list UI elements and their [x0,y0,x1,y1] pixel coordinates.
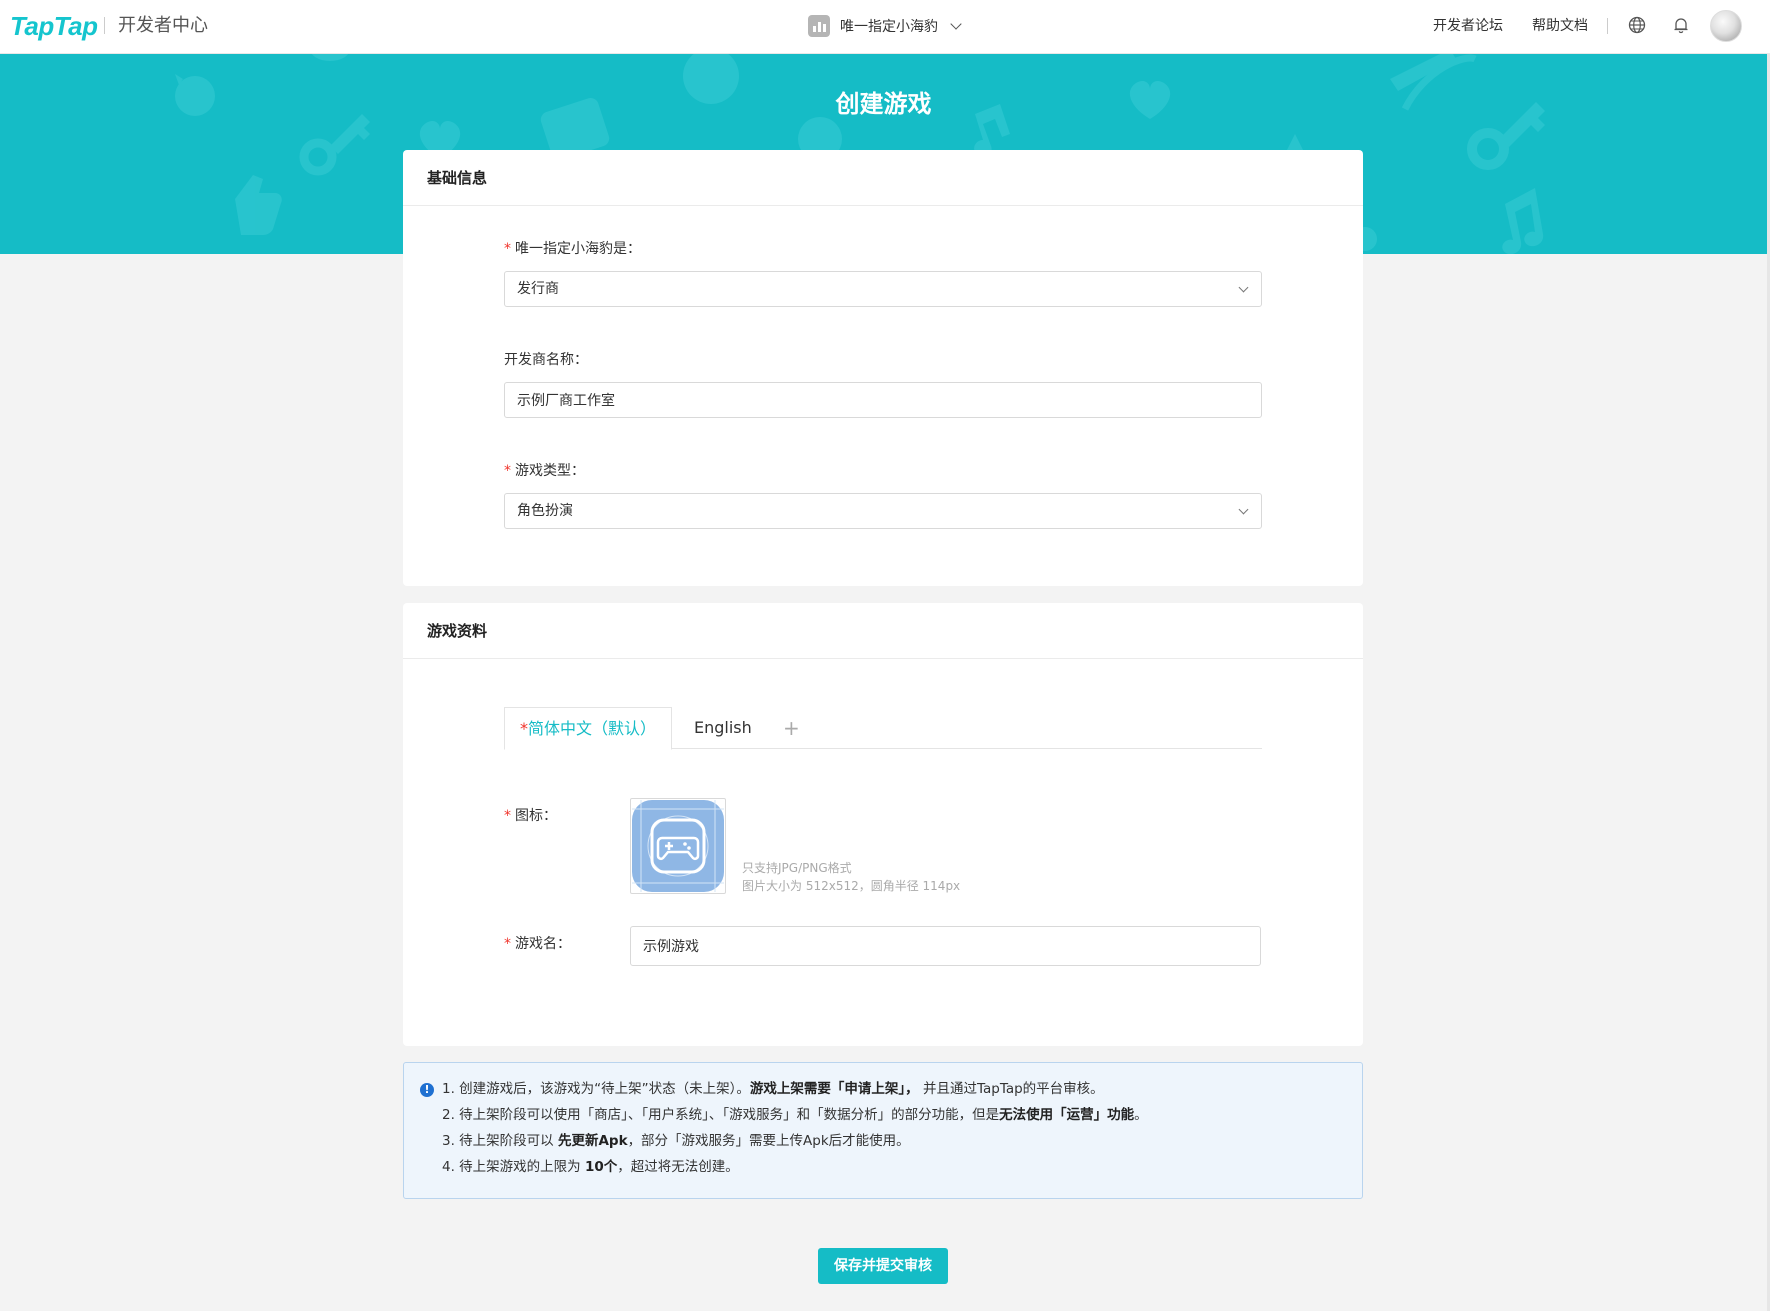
required-marker: * [504,936,511,952]
studio-role-label: * 唯一指定小海豹是： [504,241,641,257]
tab-simplified-chinese[interactable]: *简体中文（默认） [504,707,672,750]
info-notice: ! 1. 创建游戏后，该游戏为“待上架”状态（未上架）。游戏上架需要「申请上架」… [403,1062,1363,1199]
nav-docs-link[interactable]: 帮助文档 [1532,16,1588,36]
tab-english[interactable]: English [694,707,752,749]
game-profile-card: 游戏资料 *简体中文（默认） English + * 图标： 只支持JPG/PNG… [403,603,1363,1046]
globe-icon[interactable] [1628,16,1646,34]
user-avatar[interactable] [1710,10,1742,42]
studio-role-select[interactable]: 发行商 [504,271,1262,307]
required-marker: * [504,808,511,824]
top-nav: TapTap 开发者中心 唯一指定小海豹 开发者论坛 帮助文档 [0,0,1770,54]
studio-role-value: 发行商 [517,281,559,297]
game-name-input[interactable] [630,926,1261,966]
taptap-logo[interactable]: TapTap [10,10,98,42]
nav-divider [1607,18,1608,34]
icon-upload[interactable] [630,798,726,894]
chevron-down-icon [1238,282,1249,293]
studio-name: 唯一指定小海豹 [840,19,938,35]
notice-line-1: 1. 创建游戏后，该游戏为“待上架”状态（未上架）。游戏上架需要「申请上架」， … [442,1081,1104,1097]
language-tabs: *简体中文（默认） English + [504,707,1262,750]
required-marker: * [504,463,511,479]
notice-line-4: 4. 待上架游戏的上限为 10个，超过将无法创建。 [442,1159,739,1175]
icon-size-hint: 图片大小为 512x512，圆角半径 114px [742,879,961,893]
game-controller-icon [632,800,724,892]
notice-line-3: 3. 待上架阶段可以 先更新Apk，部分「游戏服务」需要上传Apk后才能使用。 [442,1133,910,1149]
chevron-down-icon [1238,504,1249,515]
required-marker: * [519,719,528,738]
game-type-value: 角色扮演 [517,503,573,519]
required-marker: * [504,241,511,257]
chevron-down-icon [950,18,962,30]
nav-forum-link[interactable]: 开发者论坛 [1433,16,1503,36]
icon-format-hint: 只支持JPG/PNG格式 [742,861,852,875]
add-language-button[interactable]: + [783,707,800,749]
developer-center-title[interactable]: 开发者中心 [118,13,208,39]
basic-info-card: 基础信息 *唯一指定小海豹是： 发行商 开发商名称： *游戏类型： 角色扮演 [403,150,1363,586]
page-title: 创建游戏 [835,90,932,118]
game-type-label: * 游戏类型： [504,463,585,479]
info-icon: ! [420,1083,434,1097]
icon-label: * 图标： [504,808,557,824]
studio-switcher[interactable]: 唯一指定小海豹 [808,13,962,39]
bell-icon[interactable] [1672,16,1690,34]
developer-name-input[interactable] [504,382,1262,418]
logo-divider [104,17,105,34]
notice-line-2: 2. 待上架阶段可以使用「商店」、「用户系统」、「游戏服务」和「数据分析」的部分… [442,1107,1148,1123]
save-and-submit-button[interactable]: 保存并提交审核 [818,1248,948,1284]
game-name-label: * 游戏名： [504,936,571,952]
studio-icon [808,15,830,37]
game-profile-header: 游戏资料 [403,603,1363,659]
game-type-select[interactable]: 角色扮演 [504,493,1262,529]
basic-info-header: 基础信息 [403,150,1363,206]
developer-name-label: 开发商名称： [504,352,588,368]
